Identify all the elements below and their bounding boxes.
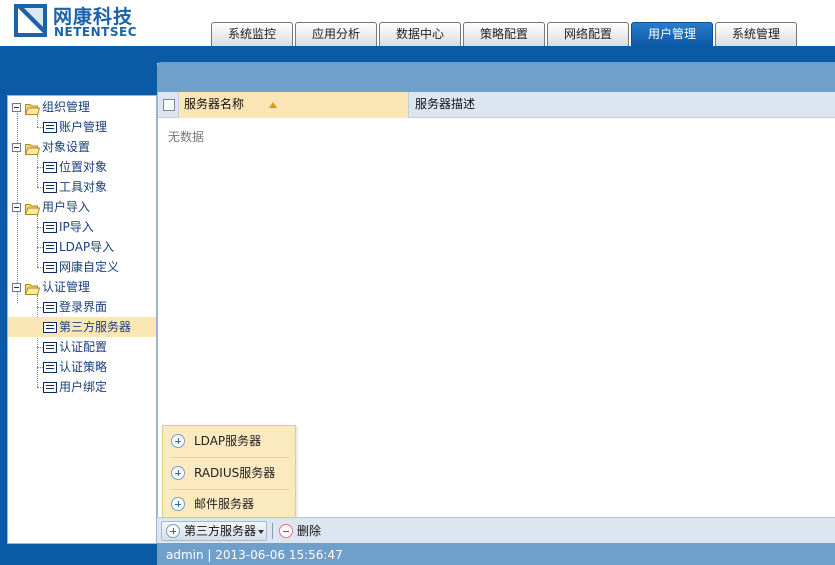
menu-separator xyxy=(171,457,289,458)
menu-item-ldap-server[interactable]: LDAP服务器 xyxy=(163,427,295,455)
menu-item-mail-server[interactable]: 邮件服务器 xyxy=(163,490,295,518)
sidebar-item-third-party-server[interactable]: 第三方服务器 xyxy=(8,317,156,337)
folder-open-icon xyxy=(24,281,41,295)
chevron-down-icon[interactable] xyxy=(258,530,264,534)
tree-group-auth[interactable]: 认证管理 xyxy=(8,277,156,297)
page-icon xyxy=(43,362,57,373)
sort-asc-icon xyxy=(269,102,277,108)
page-icon xyxy=(43,182,57,193)
sidebar-item-label: LDAP导入 xyxy=(59,240,115,254)
column-server-description[interactable]: 服务器描述 xyxy=(415,92,475,117)
sidebar-item-label: 第三方服务器 xyxy=(59,320,132,334)
grid-toolbar: 第三方服务器 删除 xyxy=(157,517,835,543)
sidebar-item-location-object[interactable]: 位置对象 xyxy=(8,157,156,177)
folder-open-icon xyxy=(24,141,41,155)
page-icon xyxy=(43,122,57,133)
select-all-checkbox[interactable] xyxy=(163,99,175,111)
page-icon xyxy=(43,162,57,173)
collapse-icon[interactable] xyxy=(12,203,21,212)
tree-group-label: 对象设置 xyxy=(42,140,91,154)
page-icon xyxy=(43,222,57,233)
menu-item-label: RADIUS服务器 xyxy=(194,466,276,480)
page-icon xyxy=(43,242,57,253)
collapse-icon[interactable] xyxy=(12,143,21,152)
page-icon xyxy=(43,302,57,313)
sidebar-item-login-page[interactable]: 登录界面 xyxy=(8,297,156,317)
page-icon xyxy=(43,322,57,333)
add-button-label: 第三方服务器 xyxy=(184,524,257,538)
tab-system-monitor[interactable]: 系统监控 xyxy=(211,22,293,46)
page-icon xyxy=(43,382,57,393)
tab-network-config[interactable]: 网络配置 xyxy=(547,22,629,46)
sidebar-item-auth-config[interactable]: 认证配置 xyxy=(8,337,156,357)
tree-group-label: 用户导入 xyxy=(42,200,91,214)
tab-user-management[interactable]: 用户管理 xyxy=(631,22,713,46)
menu-item-label: LDAP服务器 xyxy=(194,434,262,448)
menu-item-radius-server[interactable]: RADIUS服务器 xyxy=(163,459,295,487)
sidebar-item-account-management[interactable]: 账户管理 xyxy=(8,117,156,137)
sidebar-item-ldap-import[interactable]: LDAP导入 xyxy=(8,237,156,257)
collapse-icon[interactable] xyxy=(12,103,21,112)
menu-item-label: 邮件服务器 xyxy=(194,497,255,511)
page-icon xyxy=(43,262,57,273)
tree-group-org[interactable]: 组织管理 xyxy=(8,97,156,117)
sidebar-tree: 组织管理 账户管理 对象设置 位置对象 工具对象 用户导入 IP导入 LDAP导… xyxy=(7,95,157,544)
sidebar-item-custom-import[interactable]: 网康自定义 xyxy=(8,257,156,277)
sidebar-item-label: 网康自定义 xyxy=(59,260,120,274)
tree-group-label: 认证管理 xyxy=(42,280,91,294)
remove-icon xyxy=(279,524,293,538)
sidebar-item-label: 用户绑定 xyxy=(59,380,108,394)
tree-group-label: 组织管理 xyxy=(42,100,91,114)
sidebar-item-label: 工具对象 xyxy=(59,180,108,194)
tab-data-center[interactable]: 数据中心 xyxy=(379,22,461,46)
add-icon xyxy=(171,466,185,480)
sidebar-item-label: 认证配置 xyxy=(59,340,108,354)
brand-mark-icon xyxy=(14,4,47,37)
sidebar-item-label: IP导入 xyxy=(59,220,94,234)
add-server-menu: LDAP服务器 RADIUS服务器 邮件服务器 xyxy=(162,425,296,519)
tree-group-user-import[interactable]: 用户导入 xyxy=(8,197,156,217)
folder-open-icon xyxy=(24,101,41,115)
status-text: admin | 2013-06-06 15:56:47 xyxy=(166,548,343,562)
sidebar-item-user-binding[interactable]: 用户绑定 xyxy=(8,377,156,397)
sidebar-item-label: 账户管理 xyxy=(59,120,108,134)
status-bar: admin | 2013-06-06 15:56:47 xyxy=(157,543,835,565)
empty-message: 无数据 xyxy=(168,130,205,144)
add-icon xyxy=(171,434,185,448)
collapse-icon[interactable] xyxy=(12,283,21,292)
brand-logo: 网康科技 NETENTSEC xyxy=(14,4,154,44)
sidebar-item-label: 位置对象 xyxy=(59,160,108,174)
folder-open-icon xyxy=(24,201,41,215)
main-nav-tabs: 系统监控 应用分析 数据中心 策略配置 网络配置 用户管理 系统管理 xyxy=(211,22,799,46)
delete-button-label: 删除 xyxy=(297,524,322,538)
panel-header xyxy=(157,62,835,92)
tree-group-objects[interactable]: 对象设置 xyxy=(8,137,156,157)
sidebar-item-label: 登录界面 xyxy=(59,300,108,314)
column-server-name[interactable]: 服务器名称 xyxy=(178,92,409,118)
sidebar-item-tool-object[interactable]: 工具对象 xyxy=(8,177,156,197)
sidebar-item-ip-import[interactable]: IP导入 xyxy=(8,217,156,237)
brand-name-en: NETENTSEC xyxy=(54,25,137,39)
add-icon xyxy=(166,524,180,538)
add-third-party-server-button[interactable]: 第三方服务器 xyxy=(161,521,267,541)
sidebar-item-label: 认证策略 xyxy=(59,360,108,374)
tab-system-management[interactable]: 系统管理 xyxy=(715,22,797,46)
add-icon xyxy=(171,497,185,511)
grid-header: 服务器名称 服务器描述 xyxy=(158,92,835,118)
page-icon xyxy=(43,342,57,353)
tab-app-analysis[interactable]: 应用分析 xyxy=(295,22,377,46)
column-label: 服务器名称 xyxy=(184,97,245,111)
sidebar-item-auth-policy[interactable]: 认证策略 xyxy=(8,357,156,377)
tab-policy-config[interactable]: 策略配置 xyxy=(463,22,545,46)
toolbar-separator xyxy=(272,523,273,539)
